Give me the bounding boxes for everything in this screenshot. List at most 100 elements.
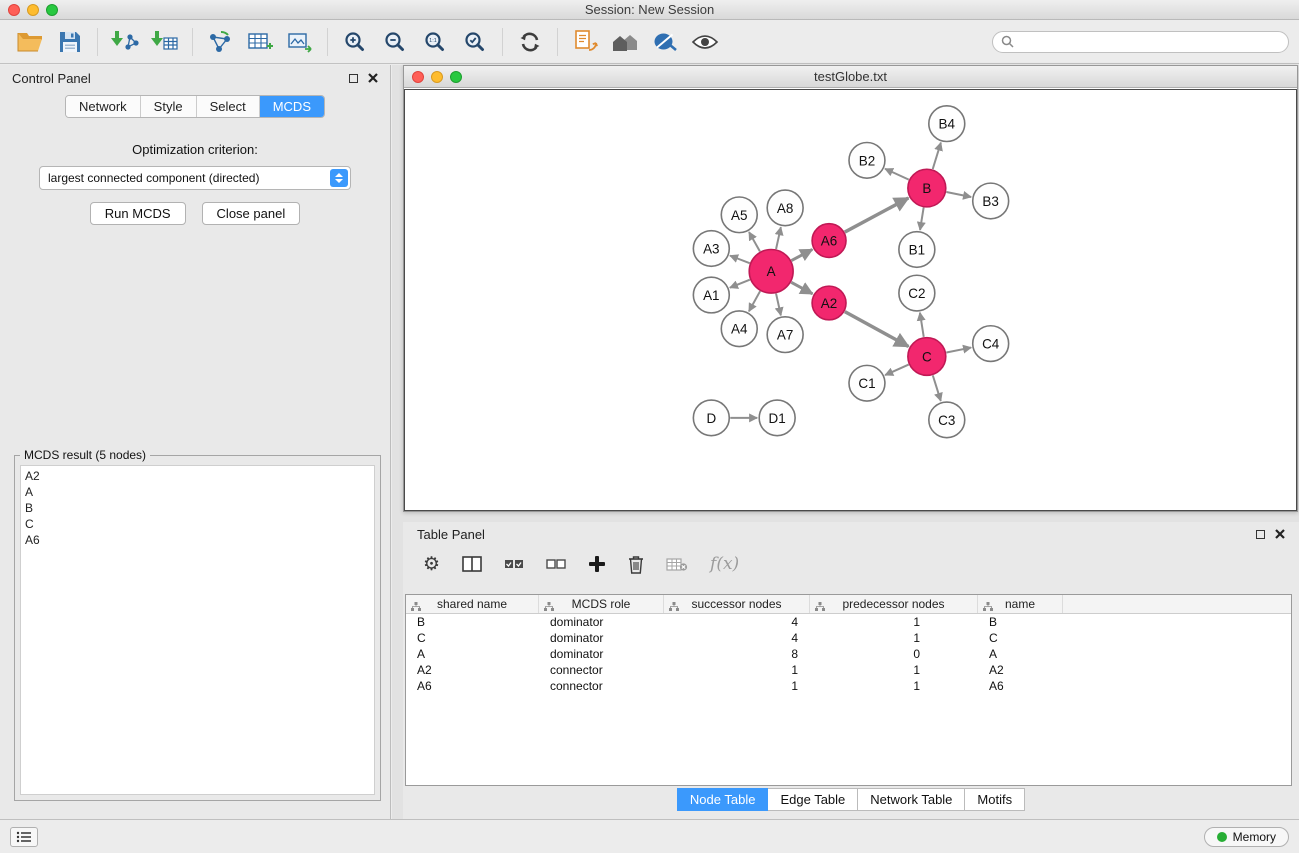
result-item[interactable]: A	[25, 484, 370, 500]
result-item[interactable]: B	[25, 500, 370, 516]
cell[interactable]: B	[406, 614, 539, 630]
network-canvas[interactable]: B4B2BB3A5A8A6A3B1AA1C2A2A4A7C4CC1C3DD1	[404, 89, 1297, 511]
cell[interactable]: A2	[978, 662, 1063, 678]
graph-node-D1[interactable]: D1	[759, 400, 795, 436]
zoom-fit-button[interactable]: 1:1	[415, 25, 455, 59]
show-graphics-button[interactable]	[685, 25, 725, 59]
close-panel-icon[interactable]	[368, 73, 378, 83]
export-image-button[interactable]	[280, 25, 320, 59]
graph-node-C1[interactable]: C1	[849, 365, 885, 401]
close-table-panel-icon[interactable]	[1275, 529, 1285, 539]
result-item[interactable]: A6	[25, 532, 370, 548]
function-builder-button[interactable]: f(x)	[710, 554, 739, 574]
table-row[interactable]: Adominator80A	[406, 646, 1291, 662]
graph-edge-A-A3[interactable]	[730, 256, 750, 264]
graph-node-B3[interactable]: B3	[973, 183, 1009, 219]
cell[interactable]: A	[978, 646, 1063, 662]
graph-edge-C-C4[interactable]	[946, 348, 971, 353]
run-mcds-button[interactable]: Run MCDS	[90, 202, 186, 225]
graph-node-C3[interactable]: C3	[929, 402, 965, 438]
table-row[interactable]: Cdominator41C	[406, 630, 1291, 646]
tab-motifs[interactable]: Motifs	[965, 788, 1025, 811]
graph-node-B[interactable]: B	[908, 169, 946, 207]
graph-edge-B-B3[interactable]	[946, 192, 971, 197]
cell[interactable]: dominator	[539, 630, 664, 646]
graph-edge-A-A8[interactable]	[776, 227, 781, 249]
graph-node-A[interactable]: A	[749, 249, 793, 293]
memory-button[interactable]: Memory	[1204, 827, 1289, 847]
cell[interactable]: A6	[978, 678, 1063, 694]
result-item[interactable]: A2	[25, 468, 370, 484]
graph-edge-A-A6[interactable]	[791, 249, 812, 260]
graph-node-A3[interactable]: A3	[693, 231, 729, 267]
graph-node-B1[interactable]: B1	[899, 232, 935, 268]
column-header-name[interactable]: name	[978, 595, 1063, 613]
graph-node-A7[interactable]: A7	[767, 317, 803, 353]
delete-column-button[interactable]	[628, 555, 644, 574]
open-session-button[interactable]	[10, 25, 50, 59]
graph-edge-A-A4[interactable]	[749, 291, 760, 311]
zoom-selected-button[interactable]	[455, 25, 495, 59]
cell[interactable]: 1	[810, 678, 978, 694]
save-session-button[interactable]	[50, 25, 90, 59]
cell[interactable]: 1	[810, 662, 978, 678]
graph-node-A5[interactable]: A5	[721, 197, 757, 233]
graph-node-B4[interactable]: B4	[929, 106, 965, 142]
table-row[interactable]: A6connector11A6	[406, 678, 1291, 694]
graph-edge-A-A7[interactable]	[776, 294, 781, 316]
table-row[interactable]: A2connector11A2	[406, 662, 1291, 678]
table-settings-button[interactable]: ⚙	[423, 555, 440, 574]
graph-node-B2[interactable]: B2	[849, 143, 885, 179]
graph-node-C4[interactable]: C4	[973, 326, 1009, 362]
zoom-out-button[interactable]	[375, 25, 415, 59]
close-panel-button[interactable]: Close panel	[202, 202, 301, 225]
tab-network[interactable]: Network	[66, 96, 141, 117]
cell[interactable]: C	[978, 630, 1063, 646]
minimize-window-button[interactable]	[27, 4, 39, 16]
import-table-button[interactable]	[145, 25, 185, 59]
graph-edge-B-B2[interactable]	[885, 169, 909, 180]
column-header-MCDS-role[interactable]: MCDS role	[539, 595, 664, 613]
graph-edge-B-B1[interactable]	[920, 208, 924, 230]
cell[interactable]: B	[978, 614, 1063, 630]
optimization-criterion-dropdown[interactable]: largest connected component (directed)	[39, 166, 351, 190]
graph-node-A4[interactable]: A4	[721, 311, 757, 347]
minimize-network-button[interactable]	[431, 71, 443, 83]
home-button[interactable]	[605, 25, 645, 59]
graph-edge-C-C1[interactable]	[885, 365, 909, 375]
graph-node-C[interactable]: C	[908, 338, 946, 376]
import-network-button[interactable]	[105, 25, 145, 59]
graph-edge-B-B4[interactable]	[933, 143, 941, 170]
graph-node-A8[interactable]: A8	[767, 190, 803, 226]
graph-edge-A-A5[interactable]	[749, 232, 760, 251]
graph-node-A6[interactable]: A6	[812, 224, 846, 258]
create-column-button[interactable]	[588, 555, 606, 573]
cell[interactable]: C	[406, 630, 539, 646]
graph-edge-C-C2[interactable]	[920, 313, 924, 337]
graph-node-D[interactable]: D	[693, 400, 729, 436]
new-table-button[interactable]	[240, 25, 280, 59]
cell[interactable]: 8	[664, 646, 810, 662]
tab-node-table[interactable]: Node Table	[677, 788, 769, 811]
search-input[interactable]	[1019, 35, 1280, 49]
zoom-network-button[interactable]	[450, 71, 462, 83]
graph-edge-A-A2[interactable]	[791, 282, 812, 294]
open-document-button[interactable]	[565, 25, 605, 59]
graph-edge-C-C3[interactable]	[933, 375, 941, 401]
graph-edge-A-A1[interactable]	[730, 280, 750, 288]
graph-edge-A2-C[interactable]	[845, 312, 909, 347]
show-columns-button[interactable]	[462, 556, 482, 572]
cell[interactable]: A	[406, 646, 539, 662]
column-header-predecessor-nodes[interactable]: predecessor nodes	[810, 595, 978, 613]
cell[interactable]: A2	[406, 662, 539, 678]
zoom-in-button[interactable]	[335, 25, 375, 59]
column-header-shared-name[interactable]: shared name	[406, 595, 539, 613]
refresh-button[interactable]	[510, 25, 550, 59]
table-row[interactable]: Bdominator41B	[406, 614, 1291, 630]
annotations-button[interactable]	[645, 25, 685, 59]
tab-style[interactable]: Style	[141, 96, 197, 117]
search-box[interactable]	[992, 31, 1289, 53]
unselect-all-columns-button[interactable]	[546, 558, 566, 570]
close-network-button[interactable]	[412, 71, 424, 83]
graph-edge-A6-B[interactable]	[845, 198, 909, 232]
